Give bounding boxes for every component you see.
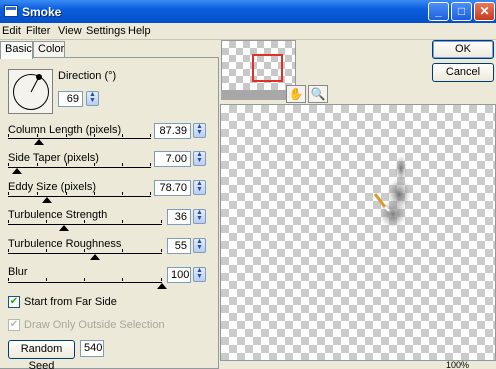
maximize-button[interactable]: □	[451, 2, 472, 21]
turbulence-roughness-label: Turbulence Roughness	[8, 238, 122, 250]
menu-settings[interactable]: Settings	[86, 25, 126, 37]
column-length-track	[8, 138, 151, 139]
window-title: Smoke	[22, 5, 62, 19]
eddy-size-spinner[interactable]: ▲ ▼	[193, 180, 206, 195]
menu-bar: Edit Filter View Settings Help	[0, 23, 496, 40]
random-seed-input[interactable]: 540	[80, 340, 104, 357]
start-far-side-checkbox[interactable]: ✔	[8, 296, 20, 308]
menu-view[interactable]: View	[58, 25, 82, 37]
blur-track	[8, 282, 162, 283]
column-length-spinner[interactable]: ▲ ▼	[193, 123, 206, 138]
eddy-size-input[interactable]: 78.70	[154, 180, 191, 196]
turbulence-roughness-input[interactable]: 55	[167, 238, 191, 254]
title-bar[interactable]: Smoke _ □ ✕	[0, 0, 496, 23]
hand-icon[interactable]: ✋	[286, 85, 306, 103]
eddy-size-thumb[interactable]	[42, 197, 52, 203]
column-length-thumb[interactable]	[34, 139, 44, 145]
draw-outside-checkbox: ✔	[8, 319, 20, 331]
menu-filter[interactable]: Filter	[26, 25, 50, 37]
tab-color[interactable]: Color	[33, 41, 65, 58]
blur-spinner[interactable]: ▲ ▼	[193, 267, 206, 282]
menu-edit[interactable]: Edit	[2, 25, 21, 37]
blur-thumb[interactable]	[157, 283, 167, 289]
start-far-side-label: Start from Far Side	[24, 296, 117, 308]
side-taper-input[interactable]: 7.00	[154, 151, 191, 167]
magnifier-icon[interactable]: 🔍	[308, 85, 328, 103]
menu-help[interactable]: Help	[128, 25, 151, 37]
side-taper-spinner[interactable]: ▲ ▼	[193, 151, 206, 166]
blur-input[interactable]: 100	[167, 267, 191, 283]
app-icon	[4, 5, 18, 17]
direction-label: Direction (°)	[58, 70, 117, 82]
column-length-label: Column Length (pixels)	[8, 124, 122, 136]
column-length-input[interactable]: 87.39	[154, 123, 191, 139]
preview-viewport-frame[interactable]	[252, 54, 283, 82]
side-taper-thumb[interactable]	[12, 168, 22, 174]
turbulence-roughness-spinner[interactable]: ▲ ▼	[193, 238, 206, 253]
tab-basic[interactable]: Basic	[0, 41, 33, 59]
turbulence-strength-label: Turbulence Strength	[8, 209, 108, 221]
turbulence-strength-thumb[interactable]	[59, 225, 69, 231]
turbulence-roughness-track	[8, 253, 162, 254]
turbulence-roughness-thumb[interactable]	[90, 254, 100, 260]
turbulence-strength-spinner[interactable]: ▲ ▼	[193, 209, 206, 224]
zoom-level: 100%	[446, 360, 470, 369]
dial-needle	[30, 74, 42, 93]
direction-dial[interactable]	[8, 69, 53, 114]
smoke-preview-image	[373, 155, 411, 228]
close-button[interactable]: ✕	[474, 2, 495, 21]
turbulence-strength-input[interactable]: 36	[167, 209, 191, 225]
cancel-button[interactable]: Cancel	[432, 63, 494, 82]
turbulence-strength-track	[8, 224, 162, 225]
side-taper-track	[8, 167, 151, 168]
blur-label: Blur	[8, 266, 28, 278]
eddy-size-label: Eddy Size (pixels)	[8, 181, 97, 193]
ok-button[interactable]: OK	[432, 40, 494, 59]
direction-spinner[interactable]: ▲ ▼	[86, 91, 99, 106]
smoke-dialog: Smoke _ □ ✕ Edit Filter View Settings He…	[0, 0, 496, 369]
direction-input[interactable]: 69	[58, 91, 83, 107]
eddy-size-track	[8, 196, 151, 197]
preview-canvas[interactable]	[220, 104, 496, 361]
side-taper-label: Side Taper (pixels)	[8, 152, 99, 164]
draw-outside-label: Draw Only Outside Selection	[24, 319, 165, 331]
preview-bar	[221, 90, 296, 100]
random-seed-button[interactable]: Random Seed	[8, 340, 75, 369]
minimize-button[interactable]: _	[428, 2, 449, 21]
